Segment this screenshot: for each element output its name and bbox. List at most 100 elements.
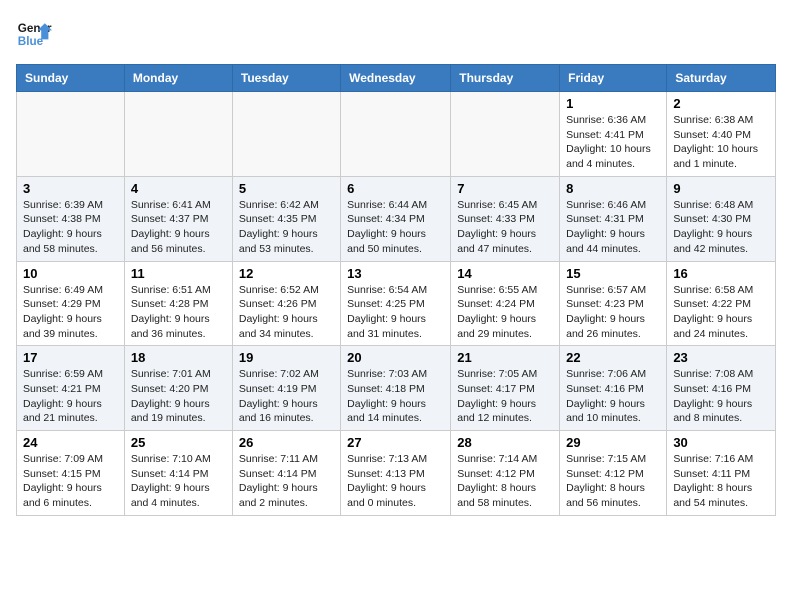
day-number: 2 xyxy=(673,96,769,111)
day-number: 12 xyxy=(239,266,334,281)
calendar-cell: 10 Sunrise: 6:49 AM Sunset: 4:29 PM Dayli… xyxy=(17,261,125,346)
calendar-cell xyxy=(451,92,560,177)
day-number: 9 xyxy=(673,181,769,196)
calendar-week-1: 1 Sunrise: 6:36 AM Sunset: 4:41 PM Daylig… xyxy=(17,92,776,177)
day-info: Sunrise: 6:41 AM Sunset: 4:37 PM Dayligh… xyxy=(131,198,226,257)
calendar-cell: 13 Sunrise: 6:54 AM Sunset: 4:25 PM Dayli… xyxy=(341,261,451,346)
day-number: 28 xyxy=(457,435,553,450)
day-info: Sunrise: 6:38 AM Sunset: 4:40 PM Dayligh… xyxy=(673,113,769,172)
calendar-cell: 20 Sunrise: 7:03 AM Sunset: 4:18 PM Dayli… xyxy=(341,346,451,431)
calendar-cell: 4 Sunrise: 6:41 AM Sunset: 4:37 PM Daylig… xyxy=(124,176,232,261)
logo-icon: General Blue xyxy=(16,16,52,52)
day-info: Sunrise: 7:09 AM Sunset: 4:15 PM Dayligh… xyxy=(23,452,118,511)
calendar-cell xyxy=(232,92,340,177)
day-info: Sunrise: 7:05 AM Sunset: 4:17 PM Dayligh… xyxy=(457,367,553,426)
day-number: 24 xyxy=(23,435,118,450)
day-info: Sunrise: 6:51 AM Sunset: 4:28 PM Dayligh… xyxy=(131,283,226,342)
day-info: Sunrise: 6:57 AM Sunset: 4:23 PM Dayligh… xyxy=(566,283,660,342)
day-number: 26 xyxy=(239,435,334,450)
calendar-week-2: 3Sunrise: 6:39 AM Sunset: 4:38 PM Daylig… xyxy=(17,176,776,261)
day-info: Sunrise: 6:59 AM Sunset: 4:21 PM Dayligh… xyxy=(23,367,118,426)
logo: General Blue xyxy=(16,16,52,52)
day-number: 4 xyxy=(131,181,226,196)
calendar-cell: 24 Sunrise: 7:09 AM Sunset: 4:15 PM Dayli… xyxy=(17,431,125,516)
calendar-cell: 19Sunrise: 7:02 AM Sunset: 4:19 PM Dayli… xyxy=(232,346,340,431)
calendar-cell: 1 Sunrise: 6:36 AM Sunset: 4:41 PM Daylig… xyxy=(560,92,667,177)
day-info: Sunrise: 7:08 AM Sunset: 4:16 PM Dayligh… xyxy=(673,367,769,426)
weekday-header-saturday: Saturday xyxy=(667,65,776,92)
day-number: 15 xyxy=(566,266,660,281)
weekday-header-friday: Friday xyxy=(560,65,667,92)
calendar-cell: 5 Sunrise: 6:42 AM Sunset: 4:35 PM Daylig… xyxy=(232,176,340,261)
day-number: 1 xyxy=(566,96,660,111)
day-info: Sunrise: 6:42 AM Sunset: 4:35 PM Dayligh… xyxy=(239,198,334,257)
day-info: Sunrise: 6:36 AM Sunset: 4:41 PM Dayligh… xyxy=(566,113,660,172)
calendar-week-4: 17 Sunrise: 6:59 AM Sunset: 4:21 PM Dayli… xyxy=(17,346,776,431)
calendar-cell: 15 Sunrise: 6:57 AM Sunset: 4:23 PM Dayli… xyxy=(560,261,667,346)
weekday-header-sunday: Sunday xyxy=(17,65,125,92)
day-number: 8 xyxy=(566,181,660,196)
day-number: 3 xyxy=(23,181,118,196)
day-number: 16 xyxy=(673,266,769,281)
day-info: Sunrise: 6:49 AM Sunset: 4:29 PM Dayligh… xyxy=(23,283,118,342)
calendar-cell: 23 Sunrise: 7:08 AM Sunset: 4:16 PM Dayli… xyxy=(667,346,776,431)
calendar-cell: 18 Sunrise: 7:01 AM Sunset: 4:20 PM Dayli… xyxy=(124,346,232,431)
day-info: Sunrise: 7:01 AM Sunset: 4:20 PM Dayligh… xyxy=(131,367,226,426)
calendar-cell: 26 Sunrise: 7:11 AM Sunset: 4:14 PM Dayli… xyxy=(232,431,340,516)
day-number: 17 xyxy=(23,350,118,365)
calendar-cell: 9 Sunrise: 6:48 AM Sunset: 4:30 PM Daylig… xyxy=(667,176,776,261)
calendar-table: SundayMondayTuesdayWednesdayThursdayFrid… xyxy=(16,64,776,516)
weekday-header-tuesday: Tuesday xyxy=(232,65,340,92)
calendar-cell: 25 Sunrise: 7:10 AM Sunset: 4:14 PM Dayli… xyxy=(124,431,232,516)
day-info: Sunrise: 7:13 AM Sunset: 4:13 PM Dayligh… xyxy=(347,452,444,511)
calendar-cell: 7Sunrise: 6:45 AM Sunset: 4:33 PM Daylig… xyxy=(451,176,560,261)
day-info: Sunrise: 6:46 AM Sunset: 4:31 PM Dayligh… xyxy=(566,198,660,257)
calendar-cell: 28 Sunrise: 7:14 AM Sunset: 4:12 PM Dayli… xyxy=(451,431,560,516)
day-number: 25 xyxy=(131,435,226,450)
calendar-cell: 2 Sunrise: 6:38 AM Sunset: 4:40 PM Daylig… xyxy=(667,92,776,177)
calendar-cell: 12 Sunrise: 6:52 AM Sunset: 4:26 PM Dayli… xyxy=(232,261,340,346)
day-info: Sunrise: 7:10 AM Sunset: 4:14 PM Dayligh… xyxy=(131,452,226,511)
calendar-cell xyxy=(17,92,125,177)
day-info: Sunrise: 7:11 AM Sunset: 4:14 PM Dayligh… xyxy=(239,452,334,511)
day-number: 7 xyxy=(457,181,553,196)
calendar-cell: 22 Sunrise: 7:06 AM Sunset: 4:16 PM Dayli… xyxy=(560,346,667,431)
day-number: 29 xyxy=(566,435,660,450)
day-info: Sunrise: 7:06 AM Sunset: 4:16 PM Dayligh… xyxy=(566,367,660,426)
calendar-week-3: 10 Sunrise: 6:49 AM Sunset: 4:29 PM Dayli… xyxy=(17,261,776,346)
calendar-cell xyxy=(341,92,451,177)
day-number: 18 xyxy=(131,350,226,365)
day-number: 20 xyxy=(347,350,444,365)
weekday-header-row: SundayMondayTuesdayWednesdayThursdayFrid… xyxy=(17,65,776,92)
day-info: Sunrise: 6:48 AM Sunset: 4:30 PM Dayligh… xyxy=(673,198,769,257)
day-info: Sunrise: 7:02 AM Sunset: 4:19 PM Dayligh… xyxy=(239,367,334,426)
day-number: 23 xyxy=(673,350,769,365)
day-info: Sunrise: 7:03 AM Sunset: 4:18 PM Dayligh… xyxy=(347,367,444,426)
day-info: Sunrise: 7:16 AM Sunset: 4:11 PM Dayligh… xyxy=(673,452,769,511)
calendar-cell: 21 Sunrise: 7:05 AM Sunset: 4:17 PM Dayli… xyxy=(451,346,560,431)
day-number: 22 xyxy=(566,350,660,365)
calendar-cell: 14Sunrise: 6:55 AM Sunset: 4:24 PM Dayli… xyxy=(451,261,560,346)
svg-text:Blue: Blue xyxy=(18,35,44,48)
calendar-week-5: 24 Sunrise: 7:09 AM Sunset: 4:15 PM Dayli… xyxy=(17,431,776,516)
day-number: 5 xyxy=(239,181,334,196)
day-info: Sunrise: 7:14 AM Sunset: 4:12 PM Dayligh… xyxy=(457,452,553,511)
day-info: Sunrise: 6:54 AM Sunset: 4:25 PM Dayligh… xyxy=(347,283,444,342)
calendar-cell: 17 Sunrise: 6:59 AM Sunset: 4:21 PM Dayli… xyxy=(17,346,125,431)
calendar-cell: 16Sunrise: 6:58 AM Sunset: 4:22 PM Dayli… xyxy=(667,261,776,346)
calendar-cell: 30Sunrise: 7:16 AM Sunset: 4:11 PM Dayli… xyxy=(667,431,776,516)
day-number: 21 xyxy=(457,350,553,365)
calendar-cell: 3Sunrise: 6:39 AM Sunset: 4:38 PM Daylig… xyxy=(17,176,125,261)
day-number: 11 xyxy=(131,266,226,281)
weekday-header-wednesday: Wednesday xyxy=(341,65,451,92)
day-info: Sunrise: 7:15 AM Sunset: 4:12 PM Dayligh… xyxy=(566,452,660,511)
calendar-cell: 11 Sunrise: 6:51 AM Sunset: 4:28 PM Dayli… xyxy=(124,261,232,346)
day-info: Sunrise: 6:55 AM Sunset: 4:24 PM Dayligh… xyxy=(457,283,553,342)
day-info: Sunrise: 6:52 AM Sunset: 4:26 PM Dayligh… xyxy=(239,283,334,342)
day-number: 27 xyxy=(347,435,444,450)
day-number: 13 xyxy=(347,266,444,281)
day-number: 10 xyxy=(23,266,118,281)
weekday-header-monday: Monday xyxy=(124,65,232,92)
calendar-cell xyxy=(124,92,232,177)
weekday-header-thursday: Thursday xyxy=(451,65,560,92)
